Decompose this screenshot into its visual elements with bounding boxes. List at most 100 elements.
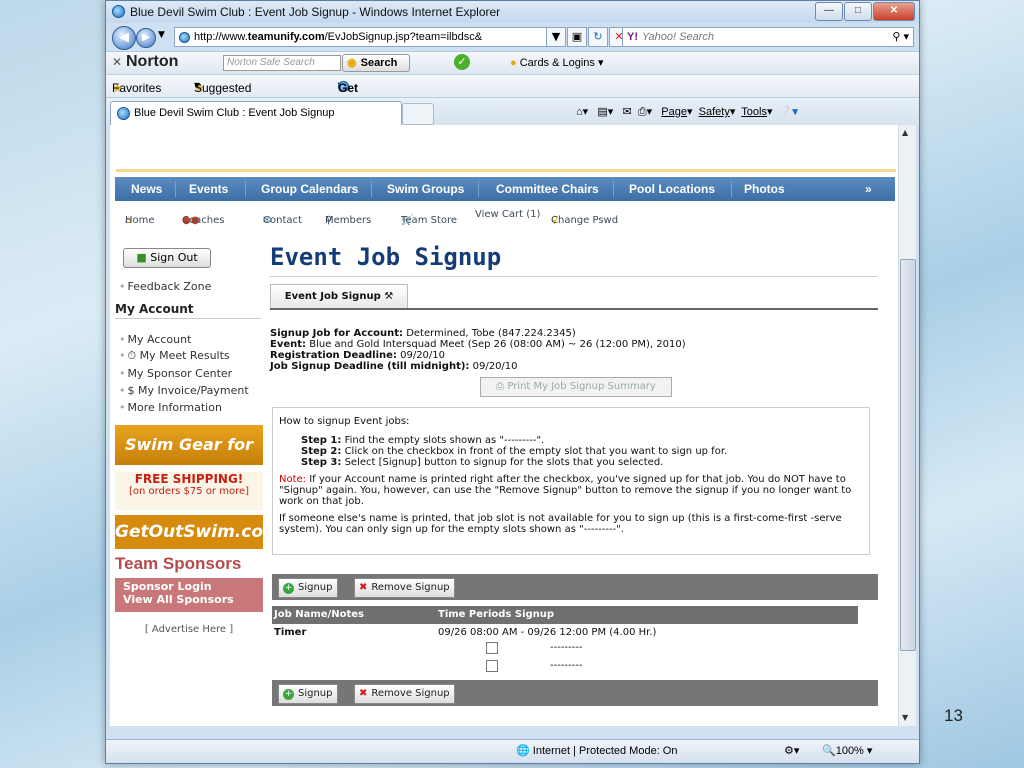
job-name: Timer (274, 627, 307, 638)
sponsor-links-box: Sponsor Login View All Sponsors (115, 578, 263, 612)
back-button[interactable]: ◀ (112, 26, 136, 50)
yahoo-search-field[interactable]: Y! Yahoo! Search ⚲ ▾ (622, 27, 914, 47)
tab-ie-icon (117, 106, 130, 120)
norton-logo[interactable]: Norton (126, 53, 178, 71)
getoutswim-ad[interactable]: GetOutSwim.com (115, 515, 281, 549)
compatibility-view-icon[interactable]: ▣ (567, 27, 587, 47)
help-icon[interactable]: ❔▾ (779, 106, 798, 118)
history-dropdown-icon[interactable]: ▼ (158, 30, 165, 40)
address-bar-row: ◀ ▶ ▼ http://www.teamunify.com/EvJobSign… (106, 23, 919, 51)
new-tab-button[interactable] (402, 103, 434, 125)
norton-search-button[interactable]: ◉ Search (342, 54, 410, 72)
sidebar-item-sponsor-center[interactable]: • My Sponsor Center (119, 367, 232, 380)
remove-signup-button-bottom[interactable]: ✖ Remove Signup (354, 684, 455, 704)
exit-icon: ■ (136, 251, 147, 264)
scroll-thumb[interactable] (900, 259, 916, 651)
feedback-zone-link[interactable]: • Feedback Zone (119, 280, 211, 293)
subnav-view-cart[interactable]: View Cart (1) (475, 209, 540, 220)
maximize-button[interactable]: □ (844, 2, 872, 21)
sidebar-item-more-info[interactable]: • More Information (119, 401, 222, 414)
slide-number: 13 (944, 706, 963, 725)
feeds-icon[interactable]: ▤▾ (597, 106, 613, 118)
sponsor-login-link[interactable]: Sponsor Login (123, 580, 263, 593)
cards-logins-button[interactable]: ● Cards & Logins ▾ (510, 56, 604, 69)
close-toolbar-icon[interactable]: ✕ (112, 55, 122, 69)
view-all-sponsors-link[interactable]: View All Sponsors (123, 593, 263, 606)
site-sub-nav: ⌂ Home ●● Coaches ✉ Contact ⚲ Members 🛒 … (125, 209, 619, 226)
page-ie-icon (179, 31, 190, 43)
nav-events[interactable]: Events (189, 182, 228, 196)
get-addons-link[interactable]: Get More Add-ons ▾ (338, 78, 367, 137)
yahoo-logo-icon: Y! (627, 31, 638, 43)
sidebar-item-meet-results[interactable]: • ⏱ My Meet Results (119, 349, 230, 363)
hammer-icon: ⚒ (384, 291, 394, 302)
search-icon[interactable]: ⚲ ▾ (892, 28, 909, 46)
nav-more-icon[interactable]: » (865, 182, 872, 196)
slot-1-checkbox[interactable] (486, 642, 498, 654)
address-field[interactable]: http://www.teamunify.com/EvJobSignup.jsp… (174, 27, 548, 47)
nav-news[interactable]: News (131, 182, 162, 196)
stopwatch-icon: ⏱ (127, 349, 137, 362)
swim-gear-ad[interactable]: Swim Gear for Less (115, 425, 263, 494)
security-zone[interactable]: 🌐 Internet | Protected Mode: On (516, 744, 677, 757)
scroll-up-icon: ▲ (902, 128, 909, 137)
nav-swim-groups[interactable]: Swim Groups (387, 182, 464, 196)
tools-menu[interactable]: Tools▾ (741, 106, 772, 118)
protected-mode-icon[interactable]: ⚙▾ (784, 744, 799, 757)
page-menu[interactable]: Page▾ (661, 106, 692, 118)
browser-tab[interactable]: Blue Devil Swim Club : Event Job Signup (110, 101, 402, 125)
address-dropdown-icon[interactable]: ▼ (546, 27, 566, 47)
nav-pool-locations[interactable]: Pool Locations (629, 182, 715, 196)
remove-icon: ✖ (359, 688, 368, 699)
sign-out-button[interactable]: ■ Sign Out (123, 248, 211, 268)
norton-toolbar: ✕ Norton Norton Safe Search ◉ Search ✓ ● … (106, 51, 919, 74)
action-bar-top: + Signup ✖ Remove Signup (272, 574, 878, 600)
remove-icon: ✖ (359, 582, 368, 593)
job-time: 09/26 08:00 AM - 09/26 12:00 PM (4.00 Hr… (438, 627, 657, 638)
instructions-box: How to signup Event jobs: Step 1: Find t… (272, 407, 870, 555)
my-account-heading: My Account (115, 302, 261, 319)
nav-committee-chairs[interactable]: Committee Chairs (496, 182, 599, 196)
plus-icon: + (283, 583, 294, 594)
norton-check-icon[interactable]: ✓ (454, 54, 470, 70)
table-header: Job Name/Notes Time Periods Signup (272, 606, 858, 624)
scroll-down-icon: ▼ (902, 713, 909, 722)
free-shipping-ad[interactable]: FREE SHIPPING! [on orders $75 or more] (115, 472, 263, 510)
sidebar-item-my-account[interactable]: • My Account (119, 333, 191, 346)
signup-button[interactable]: + Signup (278, 578, 338, 598)
window-title: Blue Devil Swim Club : Event Job Signup … (130, 5, 501, 19)
slot-2-checkbox[interactable] (486, 660, 498, 672)
vertical-scrollbar[interactable]: ▲ ▼ (898, 125, 916, 726)
signup-button-bottom[interactable]: + Signup (278, 684, 338, 704)
status-bar: 🌐 Internet | Protected Mode: On ⚙▾ 🔍100%… (106, 739, 919, 762)
print-summary-button[interactable]: ⎙ Print My Job Signup Summary (480, 377, 672, 397)
suggested-sites-link[interactable]: ★ Suggested Sites ▾ (194, 78, 251, 109)
plus-icon: + (283, 689, 294, 700)
mail-icon[interactable]: ✉ (622, 106, 631, 118)
sidebar: ■ Sign Out • Feedback Zone My Account • My… (115, 230, 281, 720)
forward-button[interactable]: ▶ (136, 28, 156, 48)
event-info: Signup Job for Account: Determined, Tobe… (270, 328, 686, 372)
team-sponsors-heading: Team Sponsors (115, 554, 242, 573)
safety-menu[interactable]: Safety▾ (699, 106, 736, 118)
slot-1-value: --------- (550, 642, 583, 653)
nav-photos[interactable]: Photos (744, 182, 785, 196)
refresh-icon[interactable]: ↻ (588, 27, 608, 47)
nav-group-calendars[interactable]: Group Calendars (261, 182, 358, 196)
print-icon: ⎙ (496, 381, 505, 392)
print-icon[interactable]: ⎙▾ (638, 106, 652, 118)
minimize-button[interactable]: — (815, 2, 843, 21)
advertise-link[interactable]: [ Advertise Here ] (115, 624, 263, 635)
tab-event-job-signup[interactable]: Event Job Signup ⚒ (270, 284, 408, 309)
remove-signup-button[interactable]: ✖ Remove Signup (354, 578, 455, 598)
slot-2-value: --------- (550, 660, 583, 671)
favorites-bar: ★ Favorites ★ Suggested Sites ▾ Get More… (106, 74, 919, 137)
action-bar-bottom: + Signup ✖ Remove Signup (272, 680, 878, 706)
sidebar-item-invoice[interactable]: • $ My Invoice/Payment (119, 384, 249, 397)
command-bar: ⌂▾ ▤▾ ✉ ⎙▾ Page▾ Safety▾ Tools▾ ❔▾ (576, 105, 798, 119)
home-icon[interactable]: ⌂▾ (576, 106, 588, 118)
norton-search-input[interactable]: Norton Safe Search (223, 55, 341, 71)
close-button[interactable]: ✕ (873, 2, 915, 21)
zoom-level[interactable]: 🔍100% ▾ (822, 744, 872, 757)
site-main-nav: News Events Group Calendars Swim Groups … (115, 177, 895, 201)
